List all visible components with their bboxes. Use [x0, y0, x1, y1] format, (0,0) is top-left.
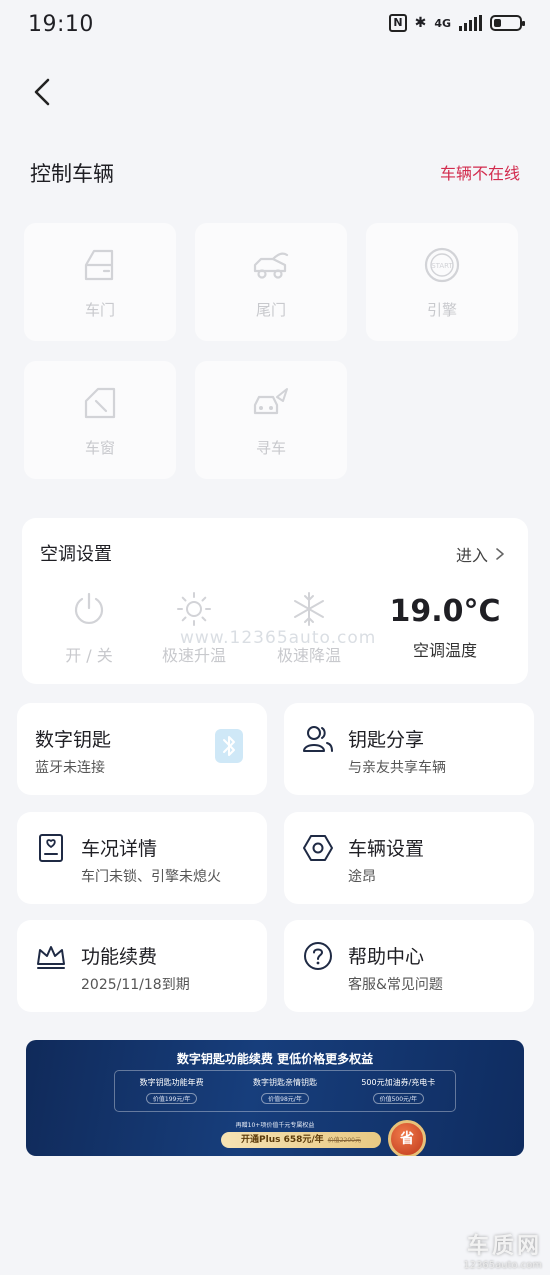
engine-icon-text: START	[431, 262, 453, 270]
power-icon	[74, 592, 104, 624]
engine-start-icon: START	[424, 247, 460, 282]
benefit-item: 500元加油券/充电卡 价值500元/年	[342, 1071, 455, 1111]
control-label: 尾门	[255, 300, 286, 319]
bluetooth-icon	[223, 736, 235, 756]
hexagon-settings-icon	[303, 835, 333, 861]
open-plus-label: 开通Plus 658元/年	[241, 1135, 324, 1145]
control-label: 寻车	[255, 438, 286, 457]
control-label: 车窗	[84, 438, 115, 457]
benefit-name: 数字钥匙亲情钥匙	[252, 1078, 317, 1087]
question-icon	[304, 942, 332, 970]
tile-title: 车辆设置	[348, 838, 425, 860]
banner-benefits: 数字钥匙功能年费 价值199元/年 数字钥匙亲情钥匙 价值98元/年 500元加…	[114, 1070, 456, 1112]
benefit-name: 500元加油券/充电卡	[361, 1078, 436, 1087]
tile-subtitle: 2025/11/18到期	[81, 977, 190, 993]
tile-car-status[interactable]: 车况详情 车门未锁、引擎未熄火	[17, 812, 267, 904]
tile-title: 钥匙分享	[348, 729, 425, 751]
tile-title: 数字钥匙	[35, 729, 112, 751]
banner-note: 再赠10+项价值千元专属权益	[235, 1122, 315, 1129]
ac-temperature-label: 空调温度	[412, 641, 477, 660]
watermark: www.12365auto.com	[180, 628, 377, 648]
renewal-banner[interactable]: 数字钥匙功能续费 更低价格更多权益 数字钥匙功能年费 价值199元/年 数字钥匙…	[26, 1040, 524, 1156]
tile-renewal[interactable]: 功能续费 2025/11/18到期	[17, 920, 267, 1012]
open-plus-original-price: 价值2200元	[327, 1137, 361, 1144]
users-icon	[303, 726, 333, 752]
corner-logo-url: 12365auto.com	[463, 1260, 542, 1271]
ac-title: 空调设置	[40, 544, 112, 565]
ac-enter-label: 进入	[455, 546, 488, 565]
page-title: 控制车辆	[30, 162, 114, 186]
nfc-icon: N	[389, 14, 407, 32]
bluetooth-status-icon: ✱	[414, 15, 427, 31]
signal-icon	[459, 15, 482, 31]
control-find-car[interactable]: 寻车	[195, 361, 347, 479]
benefit-item: 数字钥匙亲情钥匙 价值98元/年	[228, 1071, 341, 1111]
tile-title: 功能续费	[81, 946, 158, 968]
tile-title: 帮助中心	[348, 946, 425, 968]
corner-logo-name: 车质网	[466, 1234, 542, 1259]
tile-title: 车况详情	[81, 838, 158, 860]
control-engine[interactable]: START 引擎	[366, 223, 518, 341]
tile-key-share[interactable]: 钥匙分享 与亲友共享车辆	[284, 703, 534, 795]
ac-power-button[interactable]: 开 / 关	[34, 590, 144, 666]
control-label: 引擎	[426, 300, 457, 319]
benefit-price: 价值199元/年	[145, 1093, 198, 1104]
vehicle-status: 车辆不在线	[439, 164, 520, 183]
tile-subtitle: 车门未锁、引擎未熄火	[81, 869, 221, 885]
sun-icon	[177, 592, 211, 626]
tile-subtitle: 蓝牙未连接	[35, 760, 105, 776]
ac-power-label: 开 / 关	[65, 646, 113, 665]
control-label: 车门	[84, 300, 115, 319]
control-car-door[interactable]: 车门	[24, 223, 176, 341]
control-tailgate[interactable]: 尾门	[195, 223, 347, 341]
network-type: 4G	[434, 16, 451, 30]
vehicle-report-icon	[39, 834, 63, 862]
corner-logo: 车质网 12365auto.com	[463, 1228, 542, 1271]
tile-help[interactable]: 帮助中心 客服&常见问题	[284, 920, 534, 1012]
tile-car-settings[interactable]: 车辆设置 途昂	[284, 812, 534, 904]
ac-enter-link[interactable]: 进入	[456, 542, 506, 566]
tile-subtitle: 客服&常见问题	[348, 977, 443, 993]
open-plus-button[interactable]: 开通Plus 658元/年 价值2200元	[221, 1132, 381, 1148]
ac-temperature-value: 19.0°C	[389, 594, 501, 629]
tailgate-icon	[253, 252, 289, 279]
ac-settings-card: 空调设置 进入 开 / 关 极速升温 极速降温 19.0°C 空调温度	[22, 518, 528, 684]
find-car-icon	[253, 387, 288, 414]
bluetooth-badge	[215, 729, 243, 763]
save-seal-icon: 省	[388, 1120, 426, 1156]
ac-temperature[interactable]: 19.0°C 空调温度	[380, 592, 510, 661]
back-button[interactable]	[26, 74, 62, 110]
tile-subtitle: 与亲友共享车辆	[348, 760, 446, 776]
benefit-name: 数字钥匙功能年费	[139, 1078, 204, 1087]
benefit-price: 价值500元/年	[372, 1093, 425, 1104]
status-time: 19:10	[28, 12, 94, 37]
tile-subtitle: 途昂	[348, 869, 376, 885]
benefit-item: 数字钥匙功能年费 价值199元/年	[115, 1071, 228, 1111]
snowflake-icon	[294, 592, 324, 626]
chevron-left-icon	[34, 78, 50, 106]
tile-digital-key[interactable]: 数字钥匙 蓝牙未连接	[17, 703, 267, 795]
control-window[interactable]: 车窗	[24, 361, 176, 479]
chevron-right-icon	[496, 548, 504, 560]
status-icons: N ✱ 4G	[389, 14, 525, 32]
battery-icon	[490, 15, 525, 31]
benefit-price: 价值98元/年	[261, 1093, 309, 1104]
car-door-icon	[84, 249, 114, 280]
crown-icon	[37, 946, 65, 969]
car-window-icon	[84, 387, 116, 418]
banner-title: 数字钥匙功能续费 更低价格更多权益	[176, 1052, 374, 1066]
